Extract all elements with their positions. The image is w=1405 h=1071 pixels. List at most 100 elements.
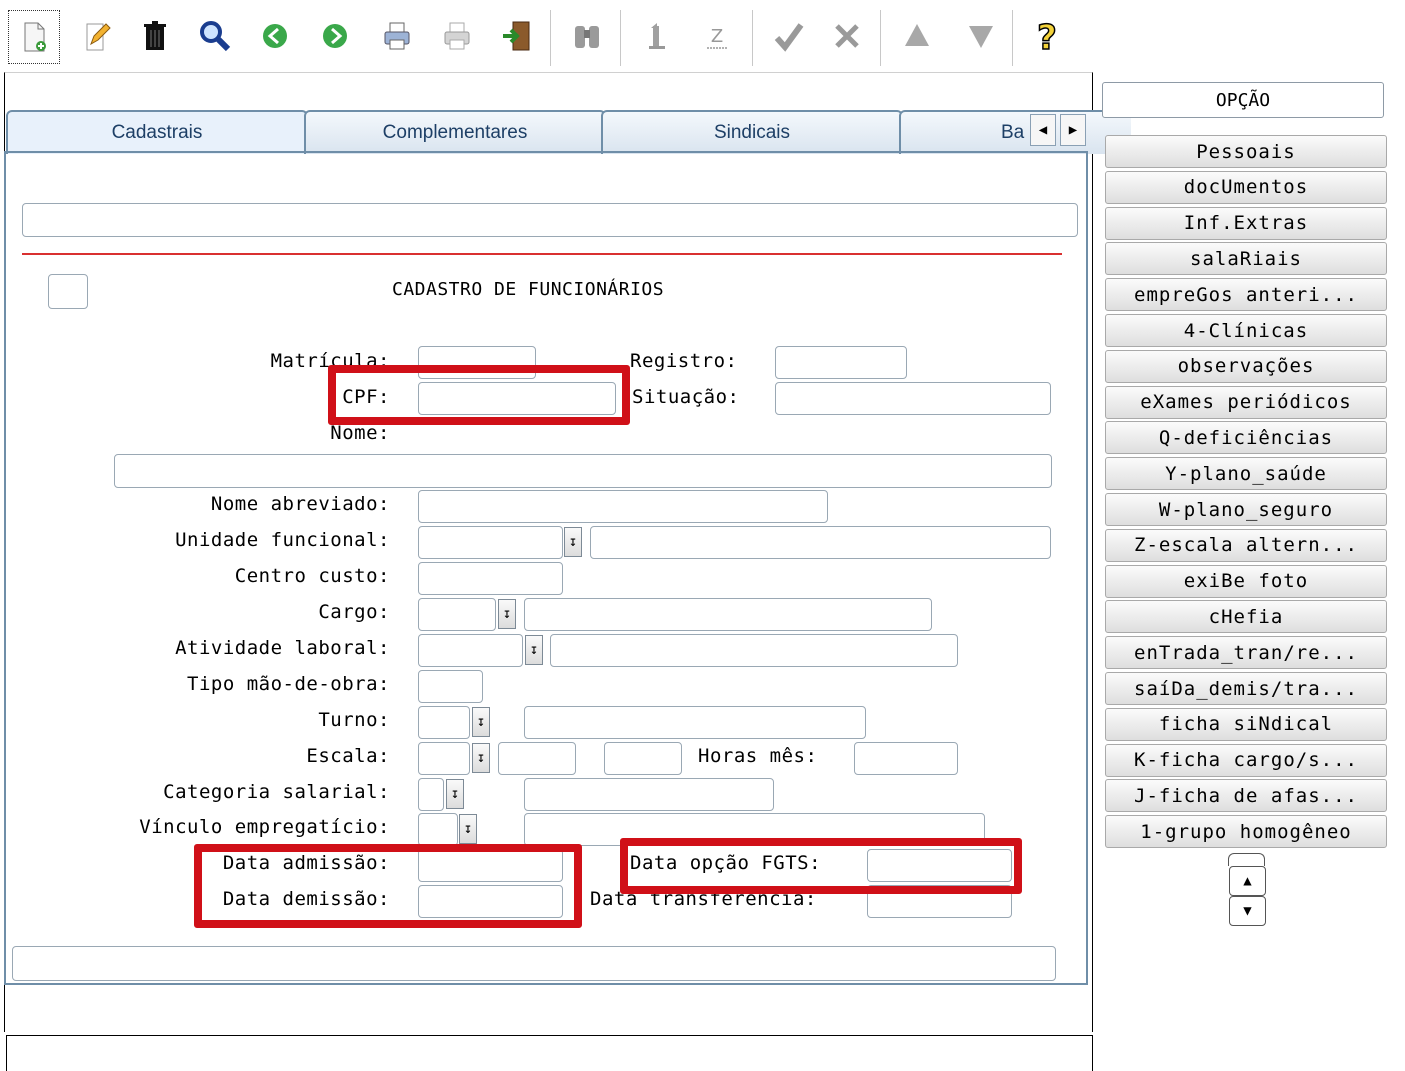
highlight-dates xyxy=(194,844,582,928)
option-escala-alternativa-button[interactable]: Z-escala altern... xyxy=(1105,528,1387,562)
option-deficiencias-button[interactable]: Q-deficiências xyxy=(1105,421,1387,455)
search-icon[interactable] xyxy=(190,10,240,62)
toolbar-separator xyxy=(880,10,881,66)
option-saida-demissao-button[interactable]: saíDa_demis/tra... xyxy=(1105,672,1387,705)
vinculo-input[interactable] xyxy=(418,813,458,846)
tipo-mao-de-obra-input[interactable] xyxy=(418,670,483,703)
new-icon[interactable] xyxy=(8,10,60,64)
atividade-laboral-label: Atividade laboral: xyxy=(175,637,390,659)
registro-label: Registro: xyxy=(630,350,738,372)
exit-icon[interactable] xyxy=(492,10,542,62)
option-chefia-button[interactable]: cHefia xyxy=(1105,600,1387,634)
escala-field-2[interactable] xyxy=(498,742,576,775)
toolbar-separator xyxy=(620,10,621,66)
tab-scroll-right-icon[interactable]: ▶ xyxy=(1060,114,1086,146)
escala-dropdown-icon[interactable]: ↧ xyxy=(472,743,490,773)
horas-mes-input[interactable] xyxy=(854,742,958,775)
unidade-funcional-desc xyxy=(590,526,1051,559)
option-empregos-anteriores-button[interactable]: empreGos anteri... xyxy=(1105,278,1387,312)
option-inf-extras-button[interactable]: Inf.Extras xyxy=(1105,206,1387,240)
turno-input[interactable] xyxy=(418,706,470,739)
option-pessoais-button[interactable]: Pessoais xyxy=(1105,135,1387,168)
turno-desc xyxy=(524,706,866,739)
categoria-salarial-dropdown-icon[interactable]: ↧ xyxy=(446,779,464,809)
nome-input[interactable] xyxy=(114,454,1052,488)
option-ficha-cargo-button[interactable]: K-ficha cargo/s... xyxy=(1105,743,1387,777)
cancel-icon[interactable] xyxy=(822,10,872,62)
vinculo-label: Vínculo empregatício: xyxy=(139,816,390,838)
svg-text:Z: Z xyxy=(711,26,723,47)
svg-text:?: ? xyxy=(1037,18,1057,54)
escala-field-3[interactable] xyxy=(604,742,682,775)
categoria-salarial-desc xyxy=(524,778,774,811)
binoculars-icon[interactable] xyxy=(562,10,612,62)
atividade-laboral-desc xyxy=(550,634,958,667)
highlight-cpf xyxy=(328,365,630,425)
cargo-label: Cargo: xyxy=(318,601,390,623)
turno-label: Turno: xyxy=(318,709,390,731)
up-icon[interactable] xyxy=(892,10,942,62)
down-icon[interactable] xyxy=(956,10,1006,62)
print-disabled-icon[interactable] xyxy=(432,10,482,62)
next-icon[interactable] xyxy=(310,10,360,62)
option-plano-saude-button[interactable]: Y-plano_saúde xyxy=(1105,457,1387,491)
tab-bancarios[interactable]: Ba xyxy=(899,110,1131,154)
scroll-down-icon[interactable]: ▼ xyxy=(1229,896,1266,926)
option-plano-seguro-button[interactable]: W-plano_seguro xyxy=(1105,493,1387,526)
tab-sindicais[interactable]: Sindicais xyxy=(601,110,903,154)
option-ficha-afastamento-button[interactable]: J-ficha de afas... xyxy=(1105,779,1387,813)
confirm-icon[interactable] xyxy=(764,10,814,62)
last-icon[interactable]: Z xyxy=(692,10,742,62)
option-grupo-homogeneo-button[interactable]: 1-grupo homogêneo xyxy=(1105,815,1387,849)
cargo-dropdown-icon[interactable]: ↧ xyxy=(498,599,516,629)
highlight-fgts xyxy=(620,838,1022,894)
header-info-field[interactable] xyxy=(22,203,1078,237)
cargo-desc xyxy=(524,598,932,631)
centro-custo-input[interactable] xyxy=(418,562,563,595)
escala-input[interactable] xyxy=(418,742,470,775)
option-documentos-button[interactable]: docUmentos xyxy=(1105,170,1387,204)
previous-icon[interactable] xyxy=(250,10,300,62)
tipo-mao-de-obra-label: Tipo mão-de-obra: xyxy=(187,673,390,695)
cargo-input[interactable] xyxy=(418,598,496,631)
option-exibe-foto-button[interactable]: exiBe foto xyxy=(1105,564,1387,598)
unidade-funcional-input[interactable] xyxy=(418,526,563,559)
atividade-laboral-input[interactable] xyxy=(418,634,523,667)
help-icon[interactable]: ? xyxy=(1022,10,1072,62)
first-icon[interactable] xyxy=(632,10,682,62)
divider xyxy=(22,253,1062,255)
nome-abreviado-input[interactable] xyxy=(418,490,828,523)
atividade-laboral-dropdown-icon[interactable]: ↧ xyxy=(525,635,543,665)
centro-custo-label: Centro custo: xyxy=(234,565,390,587)
print-icon[interactable] xyxy=(372,10,422,62)
situacao-input[interactable] xyxy=(775,382,1051,415)
nome-abreviado-label: Nome abreviado: xyxy=(210,493,390,515)
tab-cadastrais[interactable]: Cadastrais xyxy=(6,110,308,154)
toolbar: Z ? xyxy=(0,0,1092,72)
registro-input[interactable] xyxy=(775,346,907,379)
delete-icon[interactable] xyxy=(130,10,180,62)
status-bar xyxy=(6,1035,1093,1071)
horas-mes-label: Horas mês: xyxy=(698,745,818,767)
categoria-salarial-input[interactable] xyxy=(418,778,444,811)
tab-scroll-left-icon[interactable]: ◀ xyxy=(1030,114,1056,146)
unidade-funcional-label: Unidade funcional: xyxy=(175,529,390,551)
unidade-funcional-dropdown-icon[interactable]: ↧ xyxy=(564,527,582,557)
tab-complementares[interactable]: Complementares xyxy=(304,110,606,154)
footer-info-field[interactable] xyxy=(12,946,1056,981)
option-entrada-transferencia-button[interactable]: enTrada_tran/re... xyxy=(1105,636,1387,670)
option-clinicas-button[interactable]: 4-Clínicas xyxy=(1105,314,1387,347)
turno-dropdown-icon[interactable]: ↧ xyxy=(472,707,490,737)
scroll-up-icon[interactable]: ▲ xyxy=(1229,866,1266,896)
toolbar-separator xyxy=(752,10,753,66)
toolbar-separator xyxy=(1012,10,1013,66)
option-exames-periodicos-button[interactable]: eXames periódicos xyxy=(1105,385,1387,419)
categoria-salarial-label: Categoria salarial: xyxy=(163,781,390,803)
photo-box[interactable] xyxy=(48,274,88,309)
option-observacoes-button[interactable]: observações xyxy=(1105,349,1387,383)
option-ficha-sindical-button[interactable]: ficha siNdical xyxy=(1105,707,1387,741)
edit-icon[interactable] xyxy=(72,10,122,62)
vinculo-dropdown-icon[interactable]: ↧ xyxy=(459,814,477,844)
toolbar-separator xyxy=(550,10,551,66)
option-salariais-button[interactable]: salaRiais xyxy=(1105,242,1387,276)
